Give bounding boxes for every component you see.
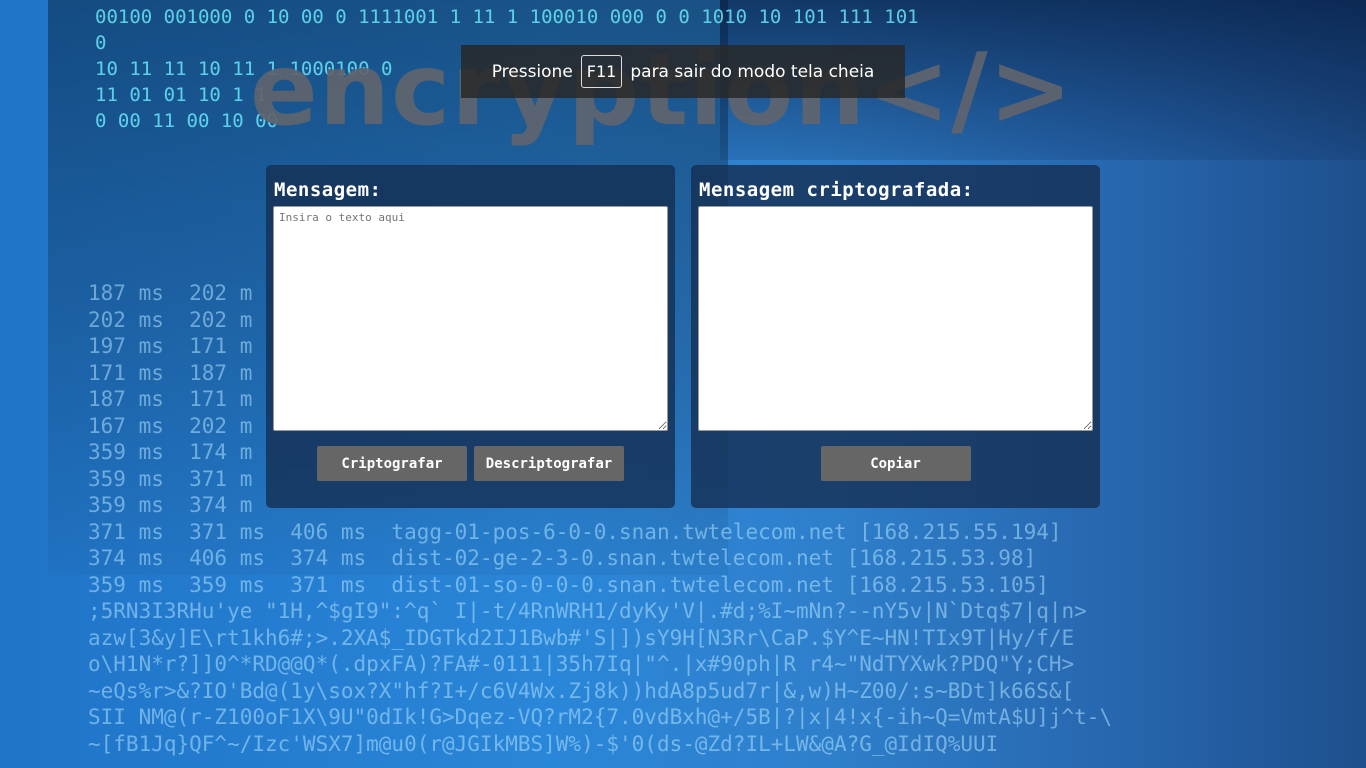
fullscreen-notice-suffix: para sair do modo tela cheia: [630, 61, 875, 82]
f11-key-badge: F11: [580, 55, 623, 88]
encrypt-button[interactable]: Criptografar: [317, 446, 467, 481]
copy-button[interactable]: Copiar: [820, 446, 971, 481]
output-panel-title: Mensagem criptografada:: [699, 179, 974, 201]
decrypt-button[interactable]: Descriptografar: [474, 446, 624, 481]
fullscreen-notice: Pressione F11 para sair do modo tela che…: [461, 45, 905, 98]
encrypted-message-output[interactable]: [698, 206, 1093, 431]
input-panel-title: Mensagem:: [274, 179, 382, 201]
output-button-row: Copiar: [698, 446, 1093, 481]
input-button-row: Criptografar Descriptografar: [273, 446, 668, 481]
fullscreen-notice-prefix: Pressione: [491, 61, 573, 82]
output-panel: Mensagem criptografada: Copiar: [691, 165, 1100, 508]
input-panel: Mensagem: Criptografar Descriptografar: [266, 165, 675, 508]
message-input[interactable]: [273, 206, 668, 431]
